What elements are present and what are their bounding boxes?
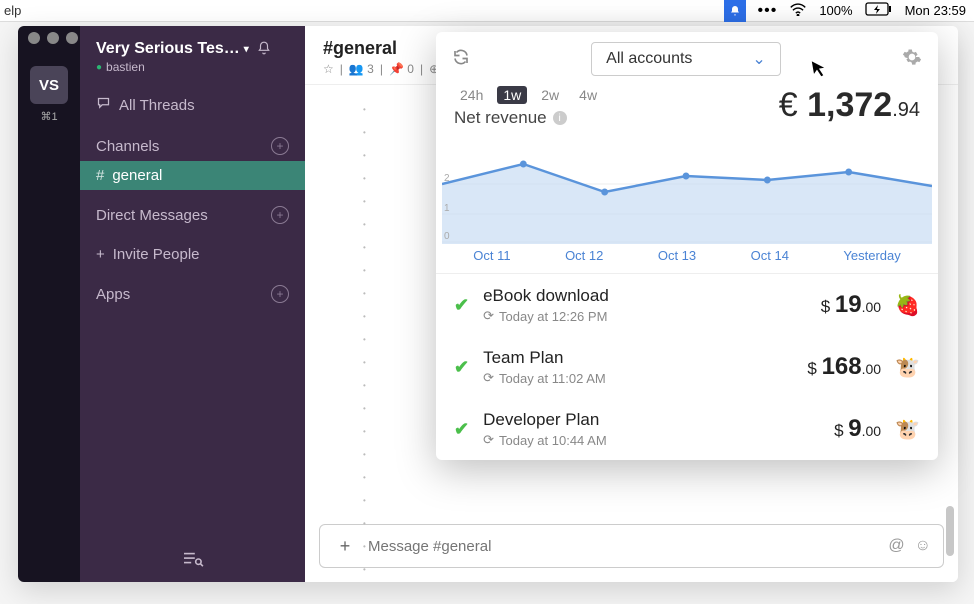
team-switcher[interactable]: VS bbox=[30, 66, 68, 104]
scrollbar-track[interactable] bbox=[940, 86, 956, 542]
transaction-amount: $ 168.00 bbox=[807, 353, 881, 381]
menubar-overflow-icon[interactable]: ••• bbox=[758, 2, 778, 20]
channels-label: Channels bbox=[96, 138, 159, 155]
transaction-amount: $ 19.00 bbox=[821, 291, 881, 319]
revenue-chart: 2 1 0 bbox=[442, 134, 932, 244]
transaction-name: eBook download bbox=[483, 286, 807, 306]
transaction-time: ⟳Today at 10:44 AM bbox=[483, 432, 820, 448]
ytick-0: 0 bbox=[444, 231, 450, 242]
chart-xticks: Oct 11Oct 12Oct 13Oct 14Yesterday bbox=[436, 244, 938, 274]
mention-icon[interactable]: @ bbox=[888, 537, 904, 555]
transaction-time: ⟳Today at 12:26 PM bbox=[483, 308, 807, 324]
transaction-name: Team Plan bbox=[483, 348, 793, 368]
team-column: VS ⌘1 bbox=[18, 26, 80, 582]
wifi-icon bbox=[789, 3, 807, 19]
apps-section[interactable]: Apps + bbox=[80, 279, 305, 309]
chevron-down-icon: ▾ bbox=[244, 44, 249, 55]
revenue-popover: All accounts ⌄ 24h 1w 2w 4w Net revenue … bbox=[436, 32, 938, 460]
info-icon[interactable]: i bbox=[553, 111, 567, 125]
check-icon: ✔ bbox=[454, 295, 469, 316]
channel-general[interactable]: # general bbox=[80, 161, 305, 190]
period-24h[interactable]: 24h bbox=[454, 86, 489, 104]
battery-percent: 100% bbox=[819, 3, 852, 18]
all-threads[interactable]: All Threads bbox=[80, 90, 305, 121]
period-selector: 24h 1w 2w 4w bbox=[454, 86, 603, 104]
ytick-2: 2 bbox=[444, 173, 450, 184]
dm-section[interactable]: Direct Messages + bbox=[80, 200, 305, 230]
battery-icon bbox=[865, 2, 893, 19]
window-controls[interactable] bbox=[28, 32, 78, 44]
invite-people[interactable]: + Invite People bbox=[80, 240, 305, 269]
menubar-clock[interactable]: Mon 23:59 bbox=[905, 3, 966, 18]
add-app-icon[interactable]: + bbox=[271, 285, 289, 303]
all-threads-label: All Threads bbox=[119, 97, 195, 114]
period-2w[interactable]: 2w bbox=[535, 86, 565, 104]
recurring-icon: ⟳ bbox=[483, 370, 494, 386]
channels-section[interactable]: Channels + bbox=[80, 131, 305, 161]
workspace-name[interactable]: Very Serious Tes… ▾ bbox=[96, 40, 289, 58]
composer-input[interactable] bbox=[368, 538, 878, 555]
invite-label: Invite People bbox=[113, 246, 200, 263]
menubar-app-icon[interactable] bbox=[724, 0, 746, 22]
transaction-time: ⟳Today at 11:02 AM bbox=[483, 370, 793, 386]
check-icon: ✔ bbox=[454, 419, 469, 440]
check-icon: ✔ bbox=[454, 357, 469, 378]
transaction-emoji: 🐮 bbox=[895, 417, 920, 442]
recurring-icon: ⟳ bbox=[483, 432, 494, 448]
username-label: bastien bbox=[106, 60, 145, 74]
transaction-row[interactable]: ✔ Developer Plan ⟳Today at 10:44 AM $ 9.00 🐮 bbox=[436, 398, 938, 460]
gear-icon[interactable] bbox=[902, 47, 922, 72]
plus-icon: + bbox=[96, 246, 105, 263]
dm-label: Direct Messages bbox=[96, 207, 208, 224]
sidebar-search-icon[interactable] bbox=[80, 536, 305, 582]
add-channel-icon[interactable]: + bbox=[271, 137, 289, 155]
team-shortcut: ⌘1 bbox=[40, 110, 57, 123]
transaction-name: Developer Plan bbox=[483, 410, 820, 430]
workspace-label: Very Serious Tes… bbox=[96, 40, 240, 58]
period-4w[interactable]: 4w bbox=[573, 86, 603, 104]
recurring-icon: ⟳ bbox=[483, 308, 494, 324]
sidebar: Very Serious Tes… ▾ ●bastien All Threads… bbox=[80, 26, 305, 582]
notification-bell-icon[interactable] bbox=[257, 41, 271, 58]
emoji-icon[interactable]: ☺ bbox=[915, 537, 931, 555]
period-1w[interactable]: 1w bbox=[497, 86, 527, 104]
transaction-emoji: 🍓 bbox=[895, 293, 920, 318]
transaction-row[interactable]: ✔ eBook download ⟳Today at 12:26 PM $ 19.00… bbox=[436, 274, 938, 336]
transaction-emoji: 🐮 bbox=[895, 355, 920, 380]
scrollbar-thumb[interactable] bbox=[946, 506, 954, 556]
transaction-amount: $ 9.00 bbox=[834, 415, 881, 443]
thread-icon bbox=[96, 96, 111, 115]
pins-icon[interactable]: 📌 0 bbox=[389, 62, 414, 76]
metric-value: € 1,372.94 bbox=[779, 86, 920, 125]
star-icon[interactable]: ☆ bbox=[323, 62, 334, 76]
user-presence[interactable]: ●bastien bbox=[96, 60, 289, 74]
ytick-1: 1 bbox=[444, 203, 450, 214]
message-gutter: •••••••••••••••••••••••• bbox=[363, 105, 366, 582]
message-composer[interactable]: + @ ☺ bbox=[319, 524, 944, 568]
transaction-row[interactable]: ✔ Team Plan ⟳Today at 11:02 AM $ 168.00 🐮 bbox=[436, 336, 938, 398]
add-dm-icon[interactable]: + bbox=[271, 206, 289, 224]
members-icon[interactable]: 👥 3 bbox=[349, 62, 374, 76]
composer-plus-icon[interactable]: + bbox=[332, 533, 358, 559]
refresh-icon[interactable] bbox=[452, 48, 470, 71]
apps-label: Apps bbox=[96, 286, 130, 303]
hash-icon: # bbox=[96, 167, 104, 184]
channel-general-label: general bbox=[112, 167, 162, 184]
account-selector[interactable]: All accounts ⌄ bbox=[591, 42, 781, 76]
menu-help[interactable]: elp bbox=[0, 3, 21, 18]
metric-label: Net revenue i bbox=[454, 108, 603, 128]
chevron-down-icon: ⌄ bbox=[752, 49, 765, 69]
account-selector-label: All accounts bbox=[606, 50, 692, 68]
